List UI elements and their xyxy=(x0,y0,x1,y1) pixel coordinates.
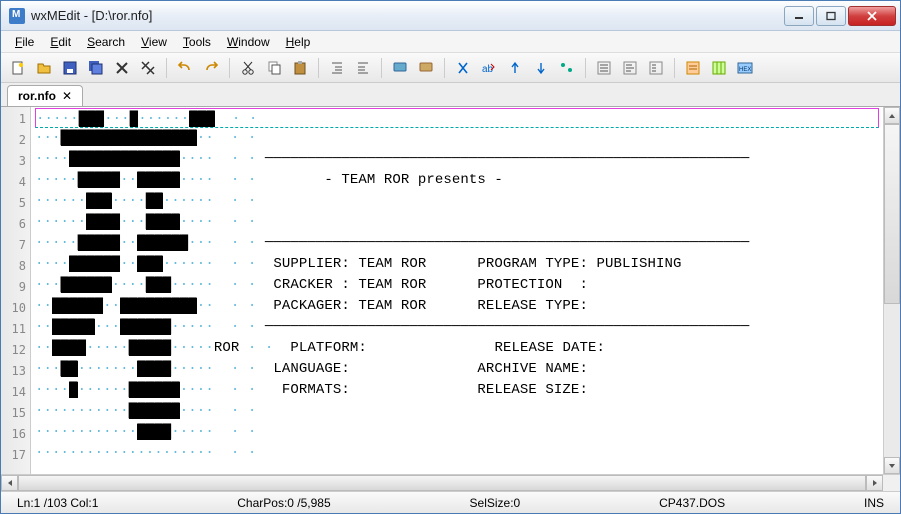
status-encoding[interactable]: CP437.DOS xyxy=(651,496,733,510)
close-button[interactable] xyxy=(848,6,896,26)
statusbar: Ln:1 /103 Col:1 CharPos:0 /5,985 SelSize… xyxy=(1,491,900,513)
menu-help[interactable]: Help xyxy=(278,33,319,51)
menu-file[interactable]: File xyxy=(7,33,42,51)
toolbar-sep xyxy=(318,58,319,78)
wrap-none-icon[interactable] xyxy=(593,57,615,79)
status-position: Ln:1 /103 Col:1 xyxy=(9,496,106,510)
scroll-right-button[interactable] xyxy=(866,475,883,491)
menubar: File Edit Search View Tools Window Help xyxy=(1,31,900,53)
undo-icon[interactable] xyxy=(174,57,196,79)
column-mode-icon[interactable] xyxy=(708,57,730,79)
outdent-icon[interactable] xyxy=(352,57,374,79)
toolbar-sep xyxy=(585,58,586,78)
status-selsize: SelSize:0 xyxy=(462,496,529,510)
toolbar-sep xyxy=(674,58,675,78)
paste-icon[interactable] xyxy=(289,57,311,79)
open-file-icon[interactable] xyxy=(33,57,55,79)
menu-edit[interactable]: Edit xyxy=(42,33,79,51)
vertical-scrollbar[interactable] xyxy=(883,107,900,474)
scroll-track[interactable] xyxy=(884,124,900,457)
text-mode-icon[interactable] xyxy=(682,57,704,79)
scroll-thumb[interactable] xyxy=(884,124,900,304)
menu-tools[interactable]: Tools xyxy=(175,33,219,51)
save-icon[interactable] xyxy=(59,57,81,79)
horizontal-scrollbar[interactable] xyxy=(1,474,900,491)
toolbar: ab HEX xyxy=(1,53,900,83)
wrap-column-icon[interactable] xyxy=(645,57,667,79)
save-all-icon[interactable] xyxy=(85,57,107,79)
toolbar-sep xyxy=(229,58,230,78)
tab-label: ror.nfo xyxy=(18,89,56,103)
new-file-icon[interactable] xyxy=(7,57,29,79)
find-prev-icon[interactable] xyxy=(504,57,526,79)
scroll-left-button[interactable] xyxy=(1,475,18,491)
comment-icon[interactable] xyxy=(389,57,411,79)
maximize-button[interactable] xyxy=(816,6,846,26)
status-charpos: CharPos:0 /5,985 xyxy=(229,496,338,510)
indent-icon[interactable] xyxy=(326,57,348,79)
scroll-track[interactable] xyxy=(18,475,866,491)
hex-mode-icon[interactable]: HEX xyxy=(734,57,756,79)
wrap-window-icon[interactable] xyxy=(619,57,641,79)
scroll-up-button[interactable] xyxy=(884,107,900,124)
tabbar: ror.nfo ✕ xyxy=(1,83,900,107)
toolbar-sep xyxy=(381,58,382,78)
menu-search[interactable]: Search xyxy=(79,33,133,51)
minimize-button[interactable] xyxy=(784,6,814,26)
redo-icon[interactable] xyxy=(200,57,222,79)
cut-icon[interactable] xyxy=(237,57,259,79)
toolbar-sep xyxy=(166,58,167,78)
find-icon[interactable] xyxy=(452,57,474,79)
menu-window[interactable]: Window xyxy=(219,33,278,51)
tab-close-icon[interactable]: ✕ xyxy=(62,89,72,103)
uncomment-icon[interactable] xyxy=(415,57,437,79)
app-icon xyxy=(9,8,25,24)
window-buttons xyxy=(782,6,896,26)
status-insert-mode[interactable]: INS xyxy=(856,496,892,510)
copy-icon[interactable] xyxy=(263,57,285,79)
text-editor[interactable]: ·····███···█······███ · · ···███████████… xyxy=(31,107,883,474)
svg-text:HEX: HEX xyxy=(739,67,751,73)
scroll-corner xyxy=(883,475,900,491)
line-gutter: 1234567891011121314151617 xyxy=(1,107,31,474)
scroll-thumb[interactable] xyxy=(18,475,866,491)
app-window: wxMEdit - [D:\ror.nfo] File Edit Search … xyxy=(0,0,901,514)
close-all-icon[interactable] xyxy=(137,57,159,79)
toolbar-sep xyxy=(444,58,445,78)
file-tab[interactable]: ror.nfo ✕ xyxy=(7,85,83,106)
bookmark-icon[interactable] xyxy=(556,57,578,79)
window-title: wxMEdit - [D:\ror.nfo] xyxy=(31,8,782,23)
menu-view[interactable]: View xyxy=(133,33,175,51)
close-file-icon[interactable] xyxy=(111,57,133,79)
replace-icon[interactable]: ab xyxy=(478,57,500,79)
find-next-icon[interactable] xyxy=(530,57,552,79)
editor-area: 1234567891011121314151617 ·····███···█··… xyxy=(1,107,900,474)
titlebar: wxMEdit - [D:\ror.nfo] xyxy=(1,1,900,31)
scroll-down-button[interactable] xyxy=(884,457,900,474)
